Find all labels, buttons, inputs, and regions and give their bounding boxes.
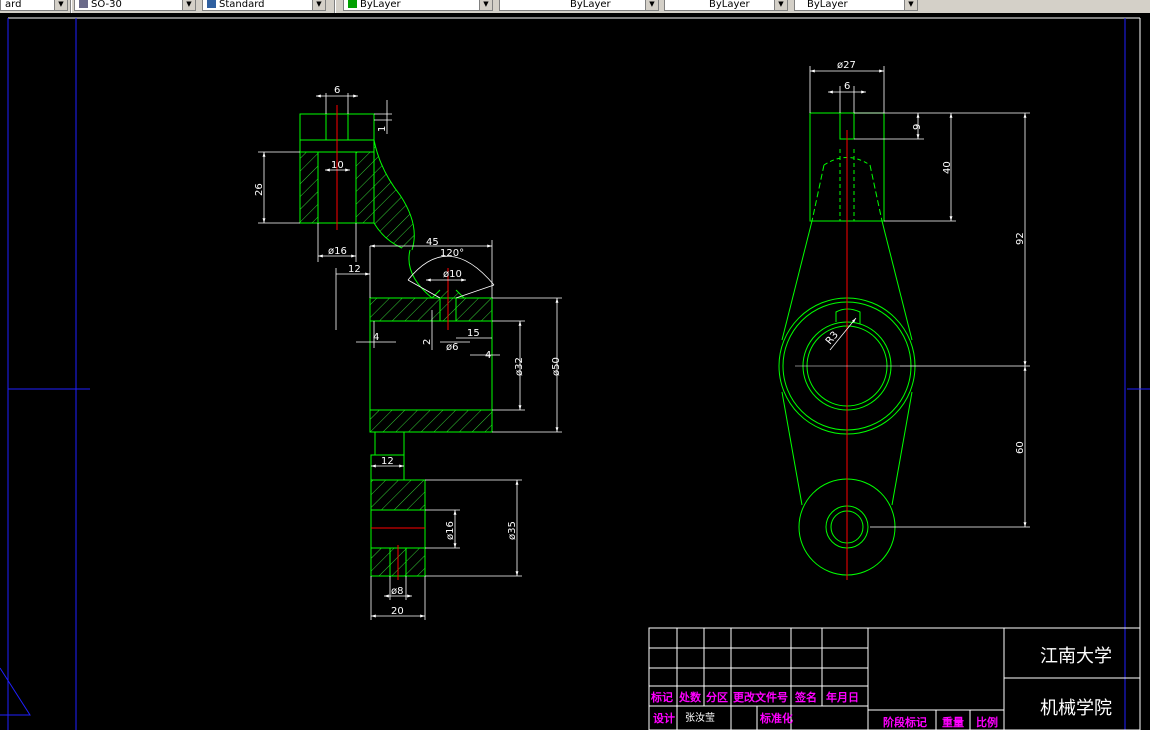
dim-phi32: ø32 (514, 357, 525, 376)
label-count: 处数 (678, 690, 702, 704)
label-weight: 重量 (942, 715, 964, 729)
dim-phi50: ø50 (551, 357, 562, 376)
dim-15: 15 (467, 328, 480, 339)
dim-phi16-top: ø16 (328, 246, 347, 257)
label-sign: 签名 (794, 690, 817, 704)
blue-frame-lines (7, 18, 1150, 730)
label-change-doc: 更改文件号 (733, 690, 788, 704)
dim-92: 92 (1015, 232, 1026, 245)
dim-10: 10 (331, 160, 344, 171)
dim-phi27: ø27 (837, 60, 856, 71)
drawing-canvas[interactable]: 6 1 10 26 ø16 45 120° 12 ø10 4 2 ø6 15 4… (0, 0, 1150, 730)
dim-6-side: 6 (844, 81, 850, 92)
dim-45: 45 (426, 237, 439, 248)
label-mark: 标记 (650, 690, 673, 704)
ucs-icon (0, 667, 31, 716)
dim-2: 2 (422, 339, 433, 345)
title-block: 标记 处数 分区 更改文件号 签名 年月日 设计 张汝莹 标准化 阶段标记 重量… (648, 627, 1141, 730)
dim-20: 20 (391, 606, 404, 617)
dim-phi6: ø6 (446, 342, 458, 353)
school-name: 江南大学 (1040, 646, 1112, 667)
dim-120: 120° (440, 248, 464, 259)
front-hatch (300, 140, 492, 576)
dim-phi8: ø8 (391, 586, 403, 597)
dim-4-left: 4 (373, 332, 379, 343)
label-zone: 分区 (706, 690, 728, 704)
college-name: 机械学院 (1040, 698, 1112, 719)
label-date: 年月日 (826, 690, 859, 704)
dim-1: 1 (377, 126, 388, 132)
dim-26: 26 (254, 183, 265, 196)
label-design: 设计 (653, 711, 675, 725)
dim-12-top: 12 (348, 264, 361, 275)
label-standardize: 标准化 (759, 711, 793, 725)
dim-12-bottom: 12 (381, 456, 394, 467)
dim-9: 9 (912, 124, 923, 130)
side-view: ø27 6 9 40 92 R3 60 (778, 60, 1030, 580)
side-dim-lines (809, 66, 1030, 528)
label-stage: 阶段标记 (883, 715, 927, 729)
dim-phi35: ø35 (507, 521, 518, 540)
dim-phi10: ø10 (443, 269, 462, 280)
dim-6: 6 (334, 85, 340, 96)
dim-4-right: 4 (485, 350, 491, 361)
dim-phi16-bottom: ø16 (445, 521, 456, 540)
dim-60: 60 (1015, 441, 1026, 454)
dim-40: 40 (942, 161, 953, 174)
label-scale: 比例 (976, 715, 998, 729)
drawing-frame (8, 17, 1141, 730)
front-view: 6 1 10 26 ø16 45 120° 12 ø10 4 2 ø6 15 4… (254, 85, 562, 620)
designer-name: 张汝莹 (685, 711, 715, 724)
